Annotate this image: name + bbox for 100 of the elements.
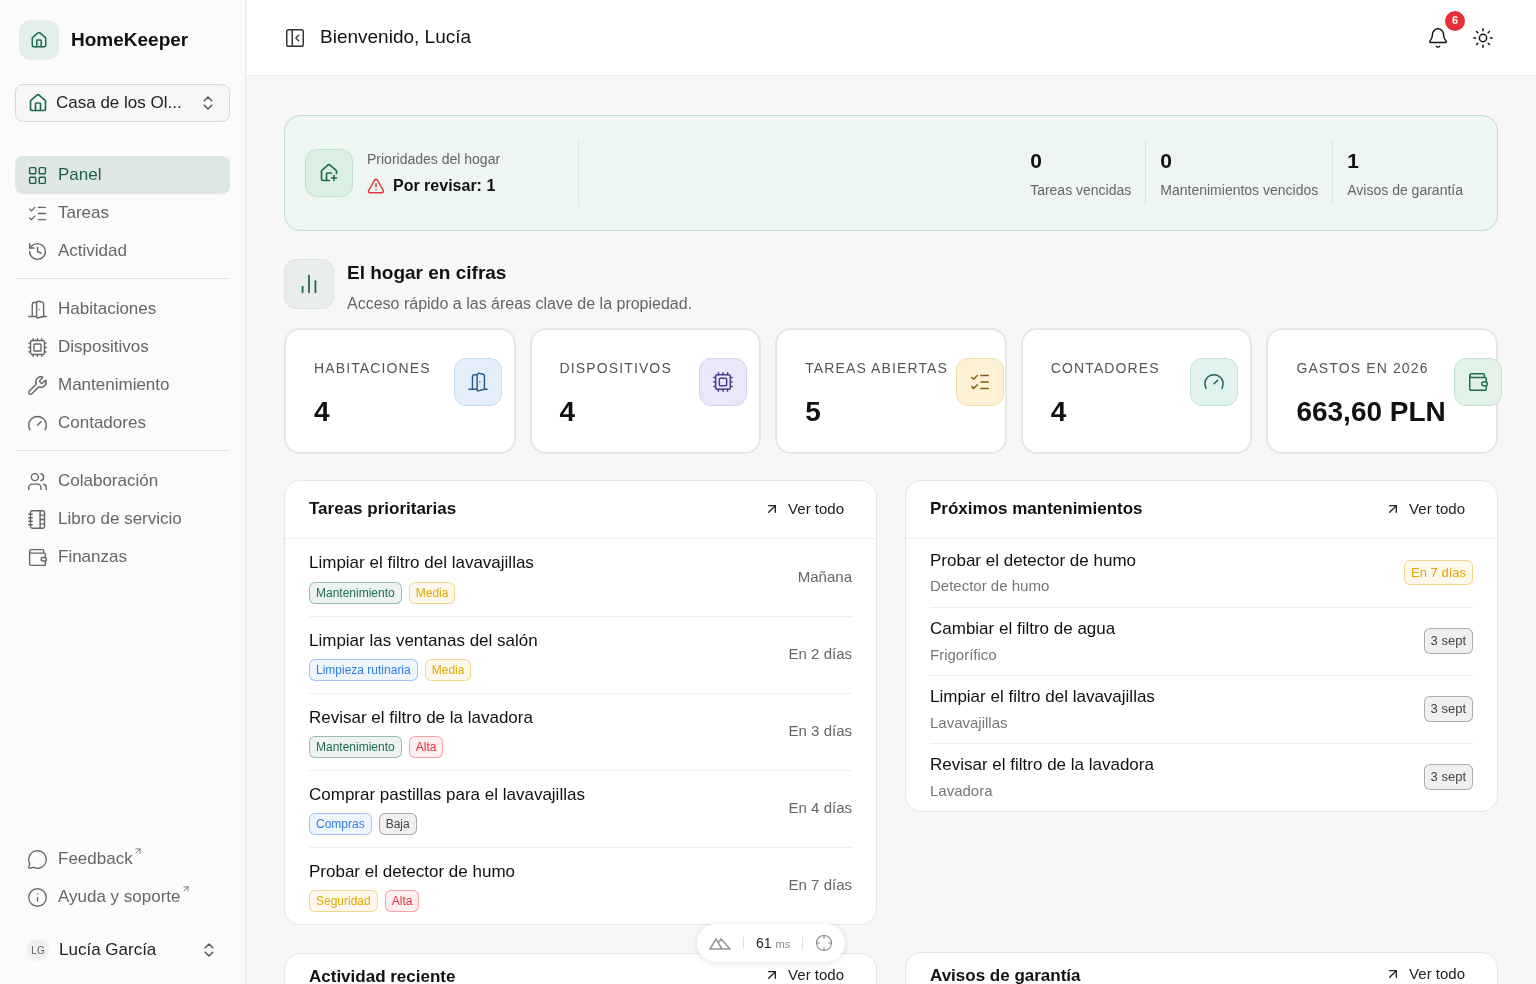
card-title: Tareas prioritarias	[309, 498, 457, 521]
crosshair-icon[interactable]	[815, 934, 834, 952]
footer-link[interactable]: Feedback	[15, 840, 230, 878]
wallet-icon	[27, 546, 48, 568]
sidebar-item[interactable]: Panel	[15, 156, 230, 194]
sidebar-item[interactable]: Libro de servicio	[15, 500, 230, 538]
maintenance-row[interactable]: Limpiar el filtro del lavavajillas Lavavajillas 3 sept	[930, 674, 1473, 743]
house-icon	[319, 163, 339, 183]
tag: Media	[408, 581, 456, 604]
history-icon	[27, 240, 48, 262]
task-title: Limpiar el filtro del lavavajillas	[309, 552, 534, 575]
section-subtitle: Acceso rápido a las áreas clave de la propiedad.	[347, 293, 693, 314]
card-label: DISPOSITIVOS	[559, 358, 672, 378]
banner-title: Prioridades del hogar	[367, 149, 502, 169]
stat-label: Mantenimientos vencidos	[1160, 181, 1319, 201]
task-title: Comprar pastillas para el lavavajillas	[309, 783, 585, 806]
wrench-icon	[27, 374, 48, 396]
tag: 3 sept	[1423, 628, 1473, 654]
avatar: LG	[27, 939, 49, 961]
user-menu[interactable]: LG Lucía García	[15, 930, 230, 970]
task-row[interactable]: Comprar pastillas para el lavavajillas Compras Baja En 4 días	[309, 769, 852, 847]
due-date: En 7 días	[788, 875, 852, 896]
tag: 3 sept	[1423, 764, 1473, 790]
tag: En 7 días	[1404, 559, 1473, 586]
card-label: TAREAS ABIERTAS	[805, 358, 949, 378]
review-count: Por revisar: 1	[393, 175, 496, 196]
card-label: GASTOS EN 2026	[1296, 358, 1430, 378]
door-icon	[27, 298, 48, 320]
tag: Alta	[384, 890, 420, 913]
maintenance-row[interactable]: Cambiar el filtro de agua Frigorífico 3 sept	[930, 606, 1473, 675]
notebook-icon	[27, 508, 48, 530]
section-title: El hogar en cifras	[347, 261, 508, 285]
sidebar-item[interactable]: Finanzas	[15, 538, 230, 576]
due-date: En 2 días	[788, 644, 852, 665]
view-all-link[interactable]: Ver todo	[1385, 497, 1465, 521]
app-name: HomeKeeper	[71, 27, 189, 52]
card-value: 663,60 PLN	[1296, 394, 1446, 429]
chip-icon	[712, 370, 735, 393]
stat-label: Tareas vencidas	[1030, 181, 1132, 201]
tag: Limpieza rutinaria	[309, 659, 418, 682]
card-label: CONTADORES	[1050, 358, 1160, 378]
sidebar-item[interactable]: Actividad	[15, 232, 230, 270]
maintenance-subtitle: Detector de humo	[930, 576, 1051, 596]
wallet-icon	[1466, 370, 1489, 393]
sidebar-item[interactable]: Dispositivos	[15, 328, 230, 366]
tag: Baja	[378, 813, 417, 836]
stat-value: 0	[1030, 147, 1043, 174]
property-selector[interactable]: Casa de los Ol...	[15, 84, 230, 122]
house-icon	[30, 31, 48, 49]
footer-link[interactable]: Ayuda y soporte	[15, 878, 230, 916]
task-row[interactable]: Probar el detector de humo Seguridad Alta En 7 días	[309, 846, 852, 924]
chat-bubble-icon	[27, 848, 48, 870]
stat-label: Avisos de garantía	[1347, 181, 1463, 201]
maintenance-subtitle: Lavavajillas	[930, 712, 1009, 733]
door-icon	[466, 370, 489, 393]
due-date: En 4 días	[788, 798, 852, 819]
task-title: Revisar el filtro de la lavadora	[309, 706, 533, 729]
maintenance-row[interactable]: Probar el detector de humo Detector de humo En 7 días	[930, 538, 1473, 607]
tag: Mantenimiento	[309, 581, 402, 604]
sidebar-item[interactable]: Mantenimiento	[15, 366, 230, 404]
people-icon	[27, 470, 48, 492]
task-title: Probar el detector de humo	[309, 860, 515, 883]
stat-value: 0	[1160, 147, 1173, 174]
stat-card[interactable]: TAREAS ABIERTAS 5	[775, 327, 1007, 454]
sidebar-item[interactable]: Tareas	[15, 194, 230, 232]
stat-value: 1	[1347, 147, 1360, 174]
stat-card[interactable]: HABITACIONES 4	[284, 327, 516, 454]
task-row[interactable]: Revisar el filtro de la lavadora Mantenimiento Alta En 3 días	[309, 692, 852, 770]
card-title: Avisos de garantía	[930, 964, 1081, 984]
notification-count: 6	[1445, 10, 1465, 31]
tag: Mantenimiento	[309, 736, 402, 759]
external-link-icon	[132, 846, 143, 857]
card-label: HABITACIONES	[314, 358, 431, 378]
due-date: Mañana	[797, 566, 852, 587]
due-date: En 3 días	[788, 721, 852, 742]
maintenance-subtitle: Lavadora	[930, 780, 994, 801]
maintenance-row[interactable]: Revisar el filtro de la lavadora Lavadora 3 sept	[930, 742, 1473, 811]
sidebar-item[interactable]: Contadores	[15, 404, 230, 442]
sidebar-toggle-icon[interactable]	[284, 26, 306, 49]
sun-icon	[1472, 26, 1494, 49]
card-value: 4	[314, 394, 331, 429]
view-all-link[interactable]: Ver todo	[1385, 962, 1465, 984]
view-all-link[interactable]: Ver todo	[764, 963, 844, 984]
info-icon	[27, 886, 48, 908]
maintenance-title: Cambiar el filtro de agua	[930, 618, 1116, 640]
view-all-link[interactable]: Ver todo	[764, 497, 844, 521]
tag: Compras	[309, 813, 372, 836]
task-row[interactable]: Limpiar las ventanas del salón Limpieza rutinaria Media En 2 días	[309, 615, 852, 693]
card-title: Próximos mantenimientos	[930, 498, 1143, 521]
stat-card[interactable]: DISPOSITIVOS 4	[529, 327, 762, 454]
house-icon	[28, 93, 48, 113]
maintenance-title: Limpiar el filtro del lavavajillas	[930, 686, 1155, 708]
card-title: Actividad reciente	[309, 965, 456, 984]
tag: Seguridad	[309, 890, 378, 913]
sidebar-item[interactable]: Habitaciones	[15, 290, 230, 328]
stat-card[interactable]: CONTADORES 4	[1020, 327, 1253, 454]
task-row[interactable]: Limpiar el filtro del lavavajillas Mantenimiento Media Mañana	[309, 538, 852, 616]
mountain-logo-icon[interactable]	[709, 936, 731, 950]
page-title: Bienvenido, Lucía	[320, 25, 472, 50]
sidebar-item[interactable]: Colaboración	[15, 462, 230, 500]
